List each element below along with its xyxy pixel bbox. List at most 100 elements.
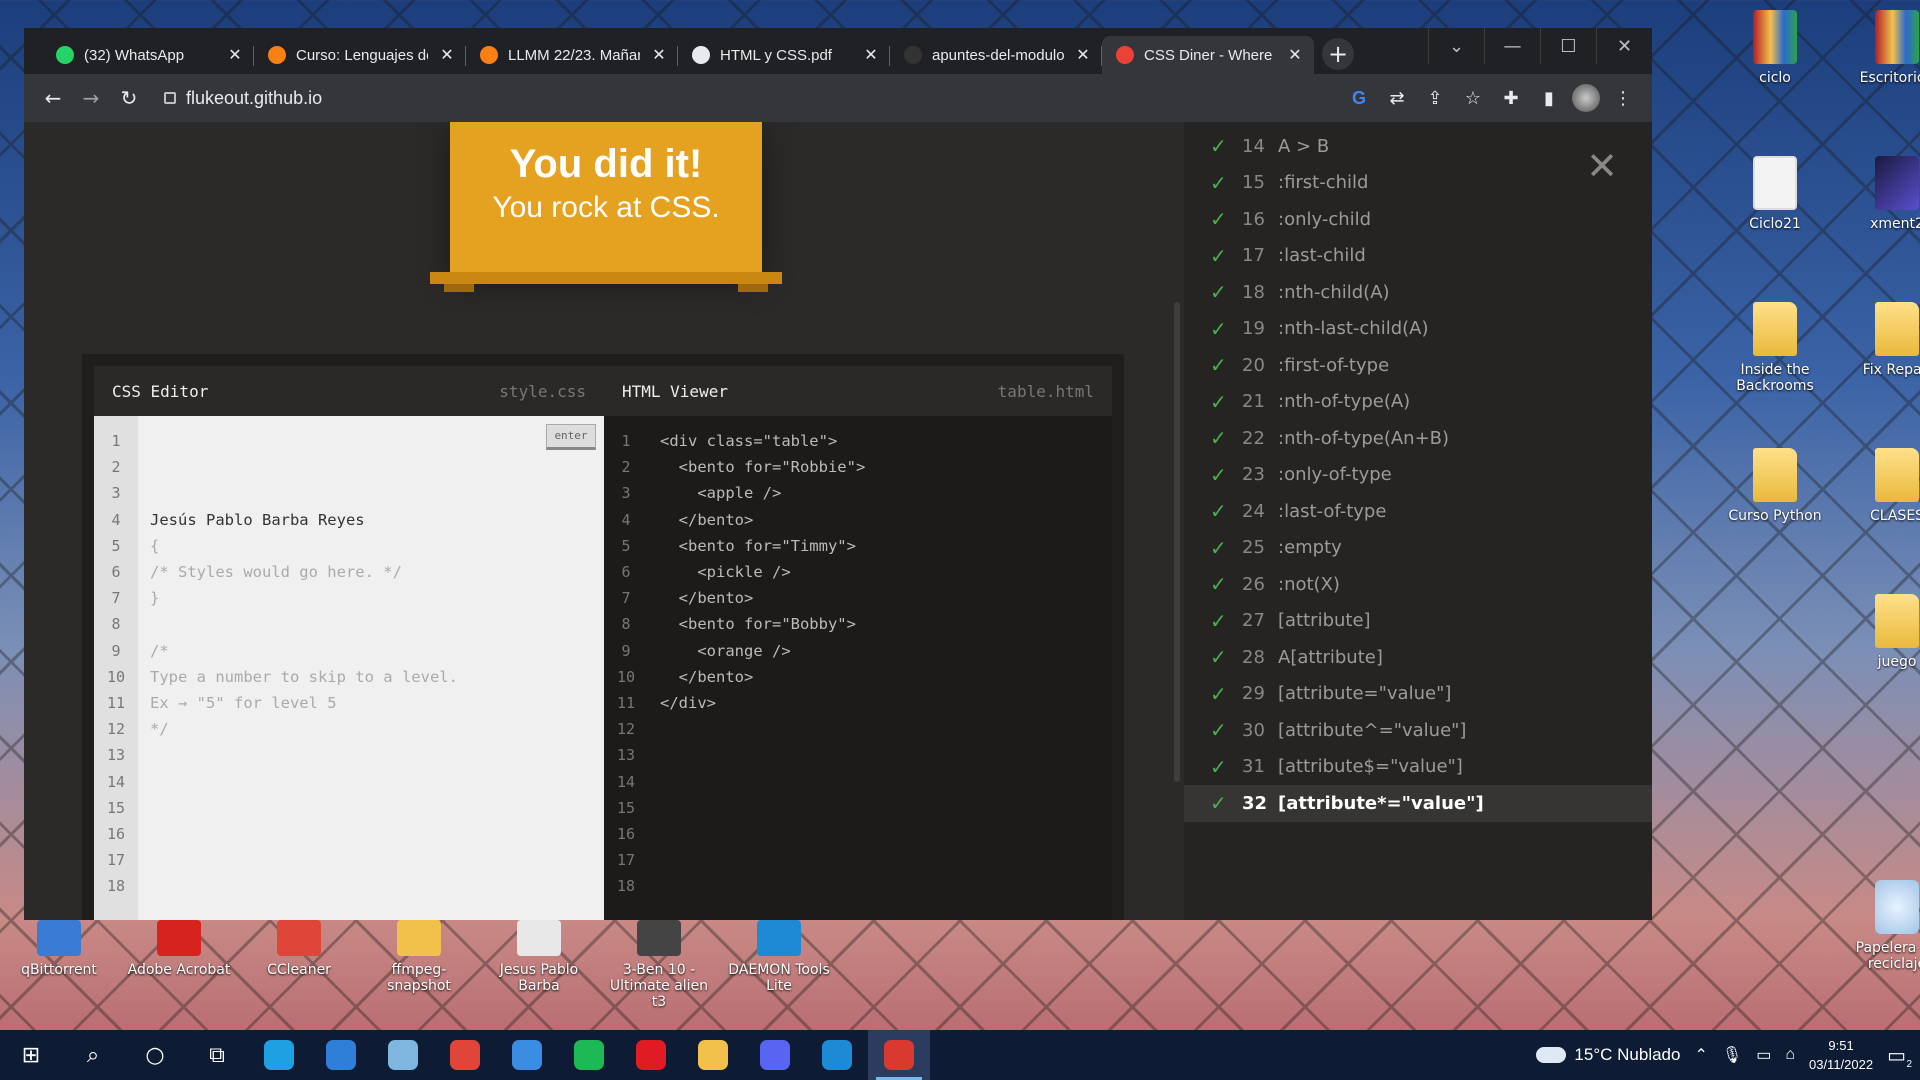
new-tab-button[interactable]: + xyxy=(1322,38,1354,70)
level-item[interactable]: ✓ 14 A > B xyxy=(1184,128,1652,165)
browser-tab[interactable]: (32) WhatsApp ✕ xyxy=(42,36,254,74)
profile-avatar[interactable] xyxy=(1572,84,1600,112)
desktop-icon[interactable]: CLASES xyxy=(1842,448,1920,524)
maximize-button[interactable]: ☐ xyxy=(1540,28,1596,64)
browser-tab[interactable]: CSS Diner - Where w ✕ xyxy=(1102,36,1314,74)
network-icon[interactable]: ⌂ xyxy=(1785,1046,1795,1064)
taskbar-spotify-app[interactable] xyxy=(558,1030,620,1080)
desktop-icon[interactable]: ciclo xyxy=(1720,10,1830,86)
bookmark-star-icon[interactable]: ☆ xyxy=(1458,83,1488,113)
html-viewer-header: HTML Viewer table.html xyxy=(604,366,1112,416)
microphone-icon[interactable]: 🎙 xyxy=(1722,1045,1742,1065)
desktop-icon[interactable]: ffmpeg-snapshot xyxy=(364,920,474,994)
taskbar-opera-app[interactable] xyxy=(620,1030,682,1080)
taskbar-vscode-app[interactable] xyxy=(806,1030,868,1080)
reload-button[interactable]: ↻ xyxy=(114,83,144,113)
minimize-button[interactable]: — xyxy=(1484,28,1540,64)
desktop-icon[interactable]: Escritorio2 xyxy=(1842,10,1920,86)
tab-search-icon[interactable]: ⌄ xyxy=(1428,28,1484,64)
level-item[interactable]: ✓ 16:only-child xyxy=(1184,201,1652,238)
google-icon[interactable]: G xyxy=(1344,83,1374,113)
chevron-up-icon[interactable]: ⌃ xyxy=(1694,1045,1707,1065)
level-item[interactable]: ✓ 25:empty xyxy=(1184,530,1652,567)
browser-tab[interactable]: apuntes-del-modulo ✕ xyxy=(890,36,1102,74)
close-window-button[interactable]: ✕ xyxy=(1596,28,1652,64)
page-scrollbar-thumb[interactable] xyxy=(1174,302,1180,782)
taskbar-snipping-app[interactable] xyxy=(868,1030,930,1080)
desktop-icon[interactable]: Jesus Pablo Barba xyxy=(484,920,594,994)
desktop-icon[interactable]: Papelera de reciclaje xyxy=(1842,880,1920,972)
desktop-icon[interactable]: Adobe Acrobat xyxy=(124,920,234,978)
share-icon[interactable]: ⇪ xyxy=(1420,83,1450,113)
level-item[interactable]: ✓ 18:nth-child(A) xyxy=(1184,274,1652,311)
book-icon xyxy=(1753,10,1797,64)
notifications-icon[interactable]: ▭ 2 xyxy=(1887,1043,1912,1070)
browser-tab[interactable]: HTML y CSS.pdf ✕ xyxy=(678,36,890,74)
menu-kebab-icon[interactable]: ⋮ xyxy=(1608,83,1638,113)
omnibox[interactable]: flukeout.github.io xyxy=(152,80,1336,116)
taskbar-explorer-app[interactable] xyxy=(682,1030,744,1080)
win-board: You did it! You rock at CSS. xyxy=(450,122,762,272)
translate-icon[interactable]: ⇄ xyxy=(1382,83,1412,113)
desktop-icon[interactable]: 3-Ben 10 - Ultimate alien t3 xyxy=(604,920,714,1010)
task-view-icon[interactable]: ⧉ xyxy=(186,1030,248,1080)
level-item[interactable]: ✓ 30 [attribute^="value"] xyxy=(1184,712,1652,749)
desktop-icon[interactable]: qBittorrent xyxy=(4,920,114,978)
desktop-icon[interactable]: Inside the Backrooms xyxy=(1720,302,1830,394)
level-item[interactable]: ✓ 29 [attribute="value"] xyxy=(1184,676,1652,713)
desktop-icon[interactable]: Ciclo21 xyxy=(1720,156,1830,232)
desktop-icon[interactable]: CCleaner xyxy=(244,920,354,978)
tab-close-icon[interactable]: ✕ xyxy=(1074,45,1092,65)
level-item[interactable]: ✓ 31 [attribute$="value"] xyxy=(1184,749,1652,786)
url-text[interactable]: flukeout.github.io xyxy=(186,88,322,109)
close-levels-icon[interactable]: ✕ xyxy=(1586,144,1618,188)
level-item[interactable]: ✓ 22:nth-of-type(An+B) xyxy=(1184,420,1652,457)
forward-button[interactable]: → xyxy=(76,83,106,113)
level-item[interactable]: ✓ 27 [attribute] xyxy=(1184,603,1652,640)
extensions-icon[interactable]: ✚ xyxy=(1496,83,1526,113)
back-button[interactable]: ← xyxy=(38,83,68,113)
level-item[interactable]: ✓ 21:nth-of-type(A) xyxy=(1184,384,1652,421)
start-button[interactable]: ⊞ xyxy=(0,1030,62,1080)
level-item[interactable]: ✓ 26:not(X) xyxy=(1184,566,1652,603)
desktop-icon[interactable]: DAEMON Tools Lite xyxy=(724,920,834,994)
taskbar-store-app[interactable] xyxy=(496,1030,558,1080)
taskbar-discord-app[interactable] xyxy=(744,1030,806,1080)
css-input[interactable]: enter Jesús Pablo Barba Reyes {/* Styles … xyxy=(138,416,604,920)
desktop-icon[interactable]: xment2 xyxy=(1842,156,1920,232)
store-icon xyxy=(512,1040,542,1070)
level-item[interactable]: ✓ 19:nth-last-child(A) xyxy=(1184,311,1652,348)
desktop-icon[interactable]: Fix Repair xyxy=(1842,302,1920,378)
taskbar-edge-app[interactable] xyxy=(248,1030,310,1080)
taskbar-chrome-app[interactable] xyxy=(434,1030,496,1080)
level-item[interactable]: ✓ 23:only-of-type xyxy=(1184,457,1652,494)
cortana-icon[interactable]: ○ xyxy=(124,1030,186,1080)
browser-tab[interactable]: Curso: Lenguajes de ✕ xyxy=(254,36,466,74)
desktop-icon[interactable]: juego xyxy=(1842,594,1920,670)
browser-tab[interactable]: LLMM 22/23. Mañar ✕ xyxy=(466,36,678,74)
side-panel-icon[interactable]: ▮ xyxy=(1534,83,1564,113)
enter-button[interactable]: enter xyxy=(546,424,596,450)
level-item[interactable]: ✓ 28 A[attribute] xyxy=(1184,639,1652,676)
desktop-icon[interactable]: Curso Python xyxy=(1720,448,1830,524)
tab-close-icon[interactable]: ✕ xyxy=(650,45,668,65)
clock[interactable]: 9:51 03/11/2022 xyxy=(1809,1036,1873,1074)
lock-icon[interactable] xyxy=(164,92,176,104)
search-icon[interactable]: ⌕ xyxy=(62,1030,124,1080)
tab-close-icon[interactable]: ✕ xyxy=(438,45,456,65)
tab-close-icon[interactable]: ✕ xyxy=(862,45,880,65)
weather-widget[interactable]: 15°C Nublado xyxy=(1536,1045,1680,1065)
level-item[interactable]: ✓ 32 [attribute*="value"] xyxy=(1184,785,1652,822)
checkmark-icon: ✓ xyxy=(1210,170,1227,195)
battery-icon[interactable]: ▭ xyxy=(1756,1045,1771,1065)
level-item[interactable]: ✓ 17:last-child xyxy=(1184,238,1652,275)
taskbar-notepad-app[interactable] xyxy=(372,1030,434,1080)
level-item[interactable]: ✓ 20:first-of-type xyxy=(1184,347,1652,384)
tab-close-icon[interactable]: ✕ xyxy=(226,45,244,65)
book-icon xyxy=(1875,10,1919,64)
level-item[interactable]: ✓ 15:first-child xyxy=(1184,165,1652,202)
level-item[interactable]: ✓ 24:last-of-type xyxy=(1184,493,1652,530)
tab-close-icon[interactable]: ✕ xyxy=(1286,45,1304,65)
taskbar-mail-app[interactable] xyxy=(310,1030,372,1080)
line-number: 18 xyxy=(616,877,636,896)
